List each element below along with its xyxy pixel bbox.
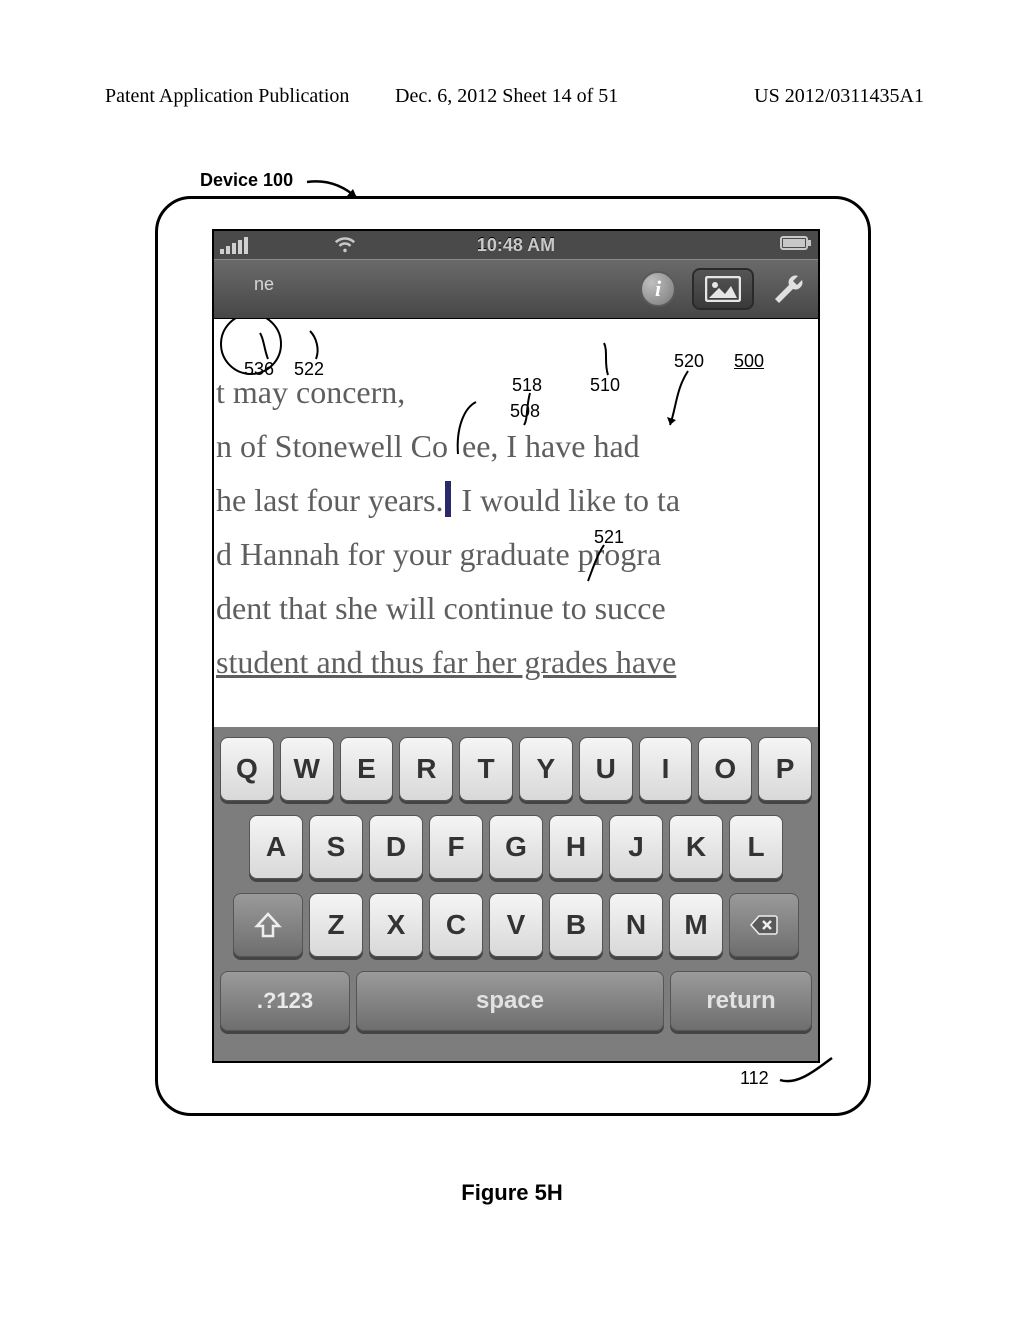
key-t[interactable]: T bbox=[459, 737, 513, 801]
key-i[interactable]: I bbox=[639, 737, 693, 801]
key-m[interactable]: M bbox=[669, 893, 723, 957]
keyboard-row-2: A S D F G H J K L bbox=[220, 815, 812, 879]
key-number-symbol[interactable]: .?123 bbox=[220, 971, 350, 1031]
tools-button[interactable] bbox=[770, 270, 804, 309]
key-p[interactable]: P bbox=[758, 737, 812, 801]
doc-line-6: student and thus far her grades have bbox=[214, 635, 818, 689]
ref-112: 112 bbox=[740, 1068, 769, 1089]
header-mid: Dec. 6, 2012 Sheet 14 of 51 bbox=[395, 85, 618, 108]
image-button[interactable] bbox=[692, 268, 754, 310]
leader-112 bbox=[778, 1056, 838, 1096]
key-y[interactable]: Y bbox=[519, 737, 573, 801]
document-tab-label[interactable]: ne bbox=[254, 274, 274, 295]
image-icon bbox=[705, 276, 741, 302]
ref-518: 518 bbox=[512, 375, 542, 396]
key-l[interactable]: L bbox=[729, 815, 783, 879]
ref-508: 508 bbox=[510, 401, 540, 422]
ref-520: 520 bbox=[674, 351, 704, 372]
key-c[interactable]: C bbox=[429, 893, 483, 957]
key-v[interactable]: V bbox=[489, 893, 543, 957]
header-right: US 2012/0311435A1 bbox=[754, 85, 924, 108]
ref-510: 510 bbox=[590, 375, 620, 396]
key-x[interactable]: X bbox=[369, 893, 423, 957]
battery-icon bbox=[780, 235, 812, 256]
toolbar: ne i bbox=[214, 259, 818, 319]
shift-icon bbox=[253, 910, 283, 940]
keyboard-row-4: .?123 space return bbox=[220, 971, 812, 1031]
keyboard-row-3: Z X C V B N M bbox=[220, 893, 812, 957]
figure-caption: Figure 5H bbox=[0, 1180, 1024, 1206]
key-h[interactable]: H bbox=[549, 815, 603, 879]
key-z[interactable]: Z bbox=[309, 893, 363, 957]
doc-line-5: dent that she will continue to succe bbox=[214, 581, 818, 635]
key-q[interactable]: Q bbox=[220, 737, 274, 801]
wifi-icon bbox=[334, 234, 356, 261]
page-header: Patent Application Publication Dec. 6, 2… bbox=[105, 85, 924, 108]
key-return[interactable]: return bbox=[670, 971, 812, 1031]
keyboard: Q W E R T Y U I O P A S D F G H J K L bbox=[214, 727, 818, 1061]
key-a[interactable]: A bbox=[249, 815, 303, 879]
header-left: Patent Application Publication bbox=[105, 85, 349, 108]
doc-line-2: n of Stonewell Coee, I have had bbox=[214, 419, 818, 473]
key-k[interactable]: K bbox=[669, 815, 723, 879]
device-frame: 10:48 AM ne i t may concern, n of Stonew… bbox=[155, 196, 871, 1116]
status-bar: 10:48 AM bbox=[214, 231, 818, 259]
caret-handle-icon bbox=[454, 398, 480, 458]
key-d[interactable]: D bbox=[369, 815, 423, 879]
device-label: Device 100 bbox=[200, 170, 293, 191]
text-cursor bbox=[445, 481, 451, 517]
keyboard-row-1: Q W E R T Y U I O P bbox=[220, 737, 812, 801]
key-r[interactable]: R bbox=[399, 737, 453, 801]
info-icon: i bbox=[655, 276, 661, 302]
key-n[interactable]: N bbox=[609, 893, 663, 957]
key-space[interactable]: space bbox=[356, 971, 664, 1031]
backspace-icon bbox=[749, 910, 779, 940]
ref-500: 500 bbox=[734, 351, 764, 372]
signal-icon bbox=[220, 237, 248, 254]
key-f[interactable]: F bbox=[429, 815, 483, 879]
key-e[interactable]: E bbox=[340, 737, 394, 801]
key-g[interactable]: G bbox=[489, 815, 543, 879]
key-w[interactable]: W bbox=[280, 737, 334, 801]
screen: 10:48 AM ne i t may concern, n of Stonew… bbox=[212, 229, 820, 1063]
doc-line-4: d Hannah for your graduate progra bbox=[214, 527, 818, 581]
doc-line-3: he last four years. I would like to ta bbox=[214, 473, 818, 527]
leader-510 bbox=[600, 341, 618, 377]
leader-536 bbox=[258, 331, 278, 361]
key-u[interactable]: U bbox=[579, 737, 633, 801]
leader-521 bbox=[586, 543, 610, 583]
key-backspace[interactable] bbox=[729, 893, 799, 957]
key-b[interactable]: B bbox=[549, 893, 603, 957]
key-j[interactable]: J bbox=[609, 815, 663, 879]
info-button[interactable]: i bbox=[640, 271, 676, 307]
ref-522: 522 bbox=[294, 359, 324, 380]
leader-520 bbox=[666, 369, 696, 429]
key-s[interactable]: S bbox=[309, 815, 363, 879]
status-clock: 10:48 AM bbox=[477, 235, 555, 256]
wrench-icon bbox=[770, 270, 804, 304]
leader-522 bbox=[308, 329, 328, 361]
ref-536: 536 bbox=[244, 359, 274, 380]
ref-521: 521 bbox=[594, 527, 624, 548]
key-o[interactable]: O bbox=[698, 737, 752, 801]
key-shift[interactable] bbox=[233, 893, 303, 957]
